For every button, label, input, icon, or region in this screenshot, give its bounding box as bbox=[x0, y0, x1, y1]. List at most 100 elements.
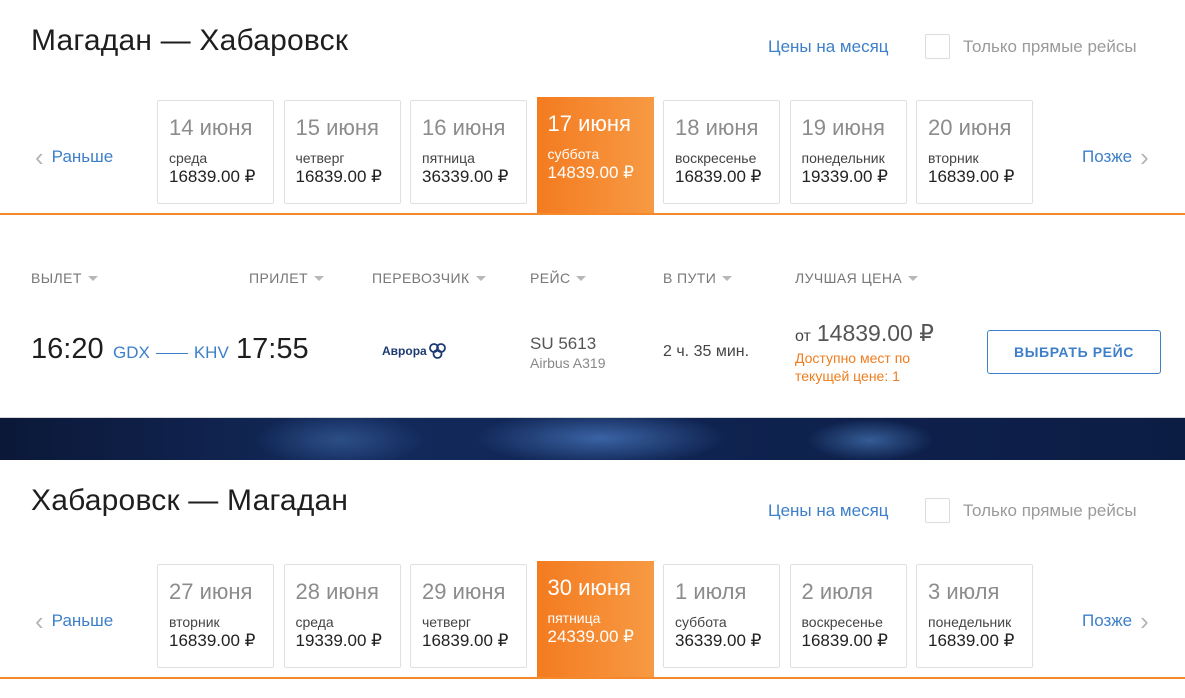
date-label: 27 июня bbox=[169, 579, 253, 604]
later-button[interactable]: Позже › bbox=[1082, 144, 1149, 170]
date-price: 24339.00 ₽ bbox=[547, 627, 634, 646]
weekday-label: вторник bbox=[169, 614, 220, 630]
weekday-label: четверг bbox=[295, 150, 345, 166]
airline-name: Аврора bbox=[382, 344, 427, 358]
date-option[interactable]: 27 июня вторник 16839.00 ₽ bbox=[157, 564, 274, 668]
seats-note: Доступно мест по текущей цене: 1 bbox=[795, 350, 911, 384]
date-option[interactable]: 16 июня пятница 36339.00 ₽ bbox=[410, 100, 527, 204]
date-label: 19 июня bbox=[801, 115, 885, 140]
date-option[interactable]: 18 июня воскресенье 16839.00 ₽ bbox=[663, 100, 780, 204]
date-option[interactable]: 19 июня понедельник 19339.00 ₽ bbox=[789, 100, 907, 204]
route-title: Хабаровск — Магадан bbox=[31, 484, 349, 517]
return-panel: Хабаровск — Магадан Цены на месяц Только… bbox=[0, 460, 1185, 698]
arrive-time: 17:55 bbox=[236, 333, 309, 365]
earlier-label: Раньше bbox=[51, 147, 114, 166]
date-price: 16839.00 ₽ bbox=[422, 631, 509, 650]
date-price: 19339.00 ₽ bbox=[295, 631, 382, 650]
select-flight-button[interactable]: ВЫБРАТЬ РЕЙС bbox=[987, 330, 1161, 374]
date-option[interactable]: 20 июня вторник 16839.00 ₽ bbox=[916, 100, 1033, 204]
date-label: 15 июня bbox=[295, 115, 379, 140]
direct-only-label[interactable]: Только прямые рейсы bbox=[963, 37, 1137, 57]
flight-duration: 2 ч. 35 мин. bbox=[663, 343, 750, 360]
airline-logo: Аврора bbox=[382, 343, 447, 359]
weekday-label: четверг bbox=[422, 614, 471, 630]
sort-arrival[interactable]: ПРИЛЕТ bbox=[249, 270, 324, 286]
route-line bbox=[155, 352, 188, 354]
date-label: 30 июня bbox=[547, 575, 631, 600]
from-airport-code[interactable]: GDX bbox=[113, 343, 150, 363]
aircraft-type: Airbus A319 bbox=[530, 355, 606, 371]
date-option[interactable]: 29 июня четверг 16839.00 ₽ bbox=[410, 564, 527, 668]
weekday-label: вторник bbox=[928, 150, 979, 166]
carrier-header: ПЕРЕВОЗЧИК bbox=[372, 270, 470, 286]
sort-price[interactable]: ЛУЧШАЯ ЦЕНА bbox=[795, 270, 919, 286]
date-strip-underline bbox=[0, 677, 1185, 679]
weekday-label: пятница bbox=[422, 150, 475, 166]
date-option[interactable]: 17 июня суббота 14839.00 ₽ bbox=[536, 97, 654, 215]
weekday-label: среда bbox=[169, 150, 208, 166]
best-price: от 14839.00 ₽ bbox=[795, 320, 934, 347]
route-title: Магадан — Хабаровск bbox=[31, 24, 349, 57]
arrival-header: ПРИЛЕТ bbox=[249, 270, 308, 286]
date-option[interactable]: 1 июля суббота 36339.00 ₽ bbox=[663, 564, 780, 668]
flight-header: РЕЙС bbox=[530, 270, 571, 286]
date-price: 14839.00 ₽ bbox=[547, 163, 634, 182]
weekday-label: суббота bbox=[675, 614, 727, 630]
price-value: 14839.00 ₽ bbox=[816, 320, 934, 346]
date-label: 2 июля bbox=[801, 579, 873, 604]
date-label: 18 июня bbox=[675, 115, 759, 140]
date-option[interactable]: 28 июня среда 19339.00 ₽ bbox=[283, 564, 401, 668]
chevron-right-icon: › bbox=[1140, 606, 1149, 636]
weekday-label: понедельник bbox=[928, 614, 1012, 630]
date-price: 16839.00 ₽ bbox=[801, 631, 888, 650]
direct-only-checkbox[interactable] bbox=[925, 498, 950, 523]
price-prefix: от bbox=[795, 328, 811, 345]
sort-carrier[interactable]: ПЕРЕВОЗЧИК bbox=[372, 270, 486, 286]
caret-down-icon bbox=[576, 275, 587, 281]
date-option[interactable]: 15 июня четверг 16839.00 ₽ bbox=[283, 100, 401, 204]
date-price: 16839.00 ₽ bbox=[295, 167, 382, 186]
departure-header: ВЫЛЕТ bbox=[31, 270, 82, 286]
weekday-label: среда bbox=[295, 614, 334, 630]
date-label: 3 июля bbox=[928, 579, 1000, 604]
sort-flight[interactable]: РЕЙС bbox=[530, 270, 587, 286]
price-header: ЛУЧШАЯ ЦЕНА bbox=[795, 270, 903, 286]
weekday-label: воскресенье bbox=[675, 150, 757, 166]
caret-down-icon bbox=[908, 275, 919, 281]
month-prices-link[interactable]: Цены на месяц bbox=[768, 37, 889, 57]
earlier-button[interactable]: ‹ Раньше bbox=[35, 144, 113, 170]
date-price: 16839.00 ₽ bbox=[928, 631, 1015, 650]
date-label: 14 июня bbox=[169, 115, 253, 140]
earlier-label: Раньше bbox=[51, 611, 114, 630]
date-price: 36339.00 ₽ bbox=[675, 631, 762, 650]
sort-duration[interactable]: В ПУТИ bbox=[663, 270, 733, 286]
background-band bbox=[0, 418, 1185, 460]
weekday-label: суббота bbox=[547, 146, 600, 162]
date-option[interactable]: 3 июля понедельник 16839.00 ₽ bbox=[916, 564, 1033, 668]
month-prices-link[interactable]: Цены на месяц bbox=[768, 501, 889, 521]
date-price: 16839.00 ₽ bbox=[928, 167, 1015, 186]
to-airport-code[interactable]: KHV bbox=[194, 343, 229, 363]
direct-only-checkbox[interactable] bbox=[925, 34, 950, 59]
date-price: 36339.00 ₽ bbox=[422, 167, 509, 186]
date-price: 16839.00 ₽ bbox=[675, 167, 762, 186]
duration-header: В ПУТИ bbox=[663, 270, 717, 286]
sort-departure[interactable]: ВЫЛЕТ bbox=[31, 270, 98, 286]
later-button[interactable]: Позже › bbox=[1082, 608, 1149, 634]
date-label: 16 июня bbox=[422, 115, 506, 140]
weekday-label: понедельник bbox=[801, 150, 885, 166]
date-option[interactable]: 14 июня среда 16839.00 ₽ bbox=[157, 100, 274, 204]
date-option[interactable]: 30 июня пятница 24339.00 ₽ bbox=[536, 561, 654, 679]
date-label: 1 июля bbox=[675, 579, 747, 604]
date-option[interactable]: 2 июля воскресенье 16839.00 ₽ bbox=[789, 564, 907, 668]
date-strip-underline bbox=[0, 213, 1185, 215]
date-price: 19339.00 ₽ bbox=[801, 167, 888, 186]
route-airports: GDX KHV bbox=[113, 343, 229, 363]
weekday-label: воскресенье bbox=[801, 614, 883, 630]
caret-down-icon bbox=[313, 275, 324, 281]
date-price: 16839.00 ₽ bbox=[169, 167, 256, 186]
direct-only-label[interactable]: Только прямые рейсы bbox=[963, 501, 1137, 521]
earlier-button[interactable]: ‹ Раньше bbox=[35, 608, 113, 634]
caret-down-icon bbox=[722, 275, 733, 281]
weekday-label: пятница bbox=[547, 610, 601, 626]
